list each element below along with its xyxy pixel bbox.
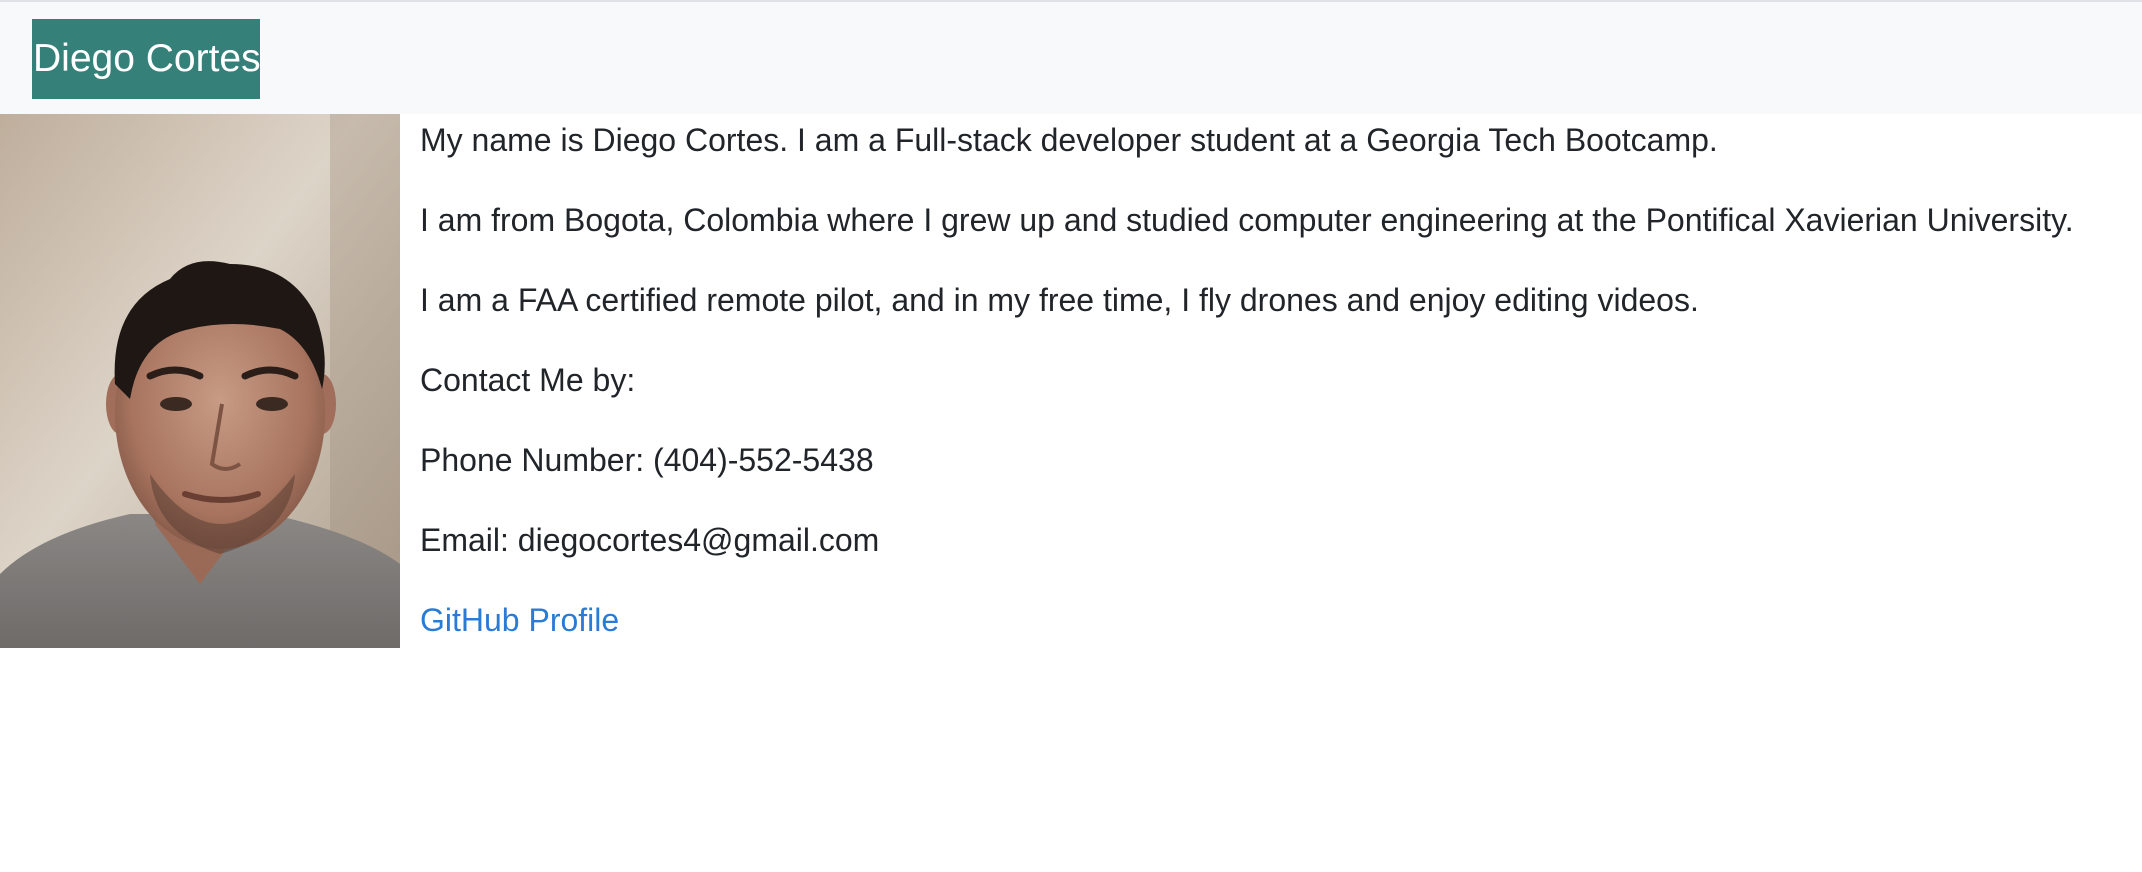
phone-number: Phone Number: (404)-552-5438 xyxy=(420,442,874,478)
profile-photo xyxy=(0,114,400,648)
contact-heading: Contact Me by: xyxy=(420,362,636,398)
github-paragraph: GitHub Profile xyxy=(420,596,619,644)
intro-text: My name is Diego Cortes. I am a Full-sta… xyxy=(420,122,1718,158)
navbar: Diego Cortes xyxy=(0,0,2142,114)
email-address: Email: diegocortes4@gmail.com xyxy=(420,522,880,558)
github-profile-link[interactable]: GitHub Profile xyxy=(420,602,619,638)
brand-link[interactable]: Diego Cortes xyxy=(32,19,261,99)
origin-text: I am from Bogota, Colombia where I grew … xyxy=(420,202,2074,238)
hobbies-text: I am a FAA certified remote pilot, and i… xyxy=(420,282,1699,318)
